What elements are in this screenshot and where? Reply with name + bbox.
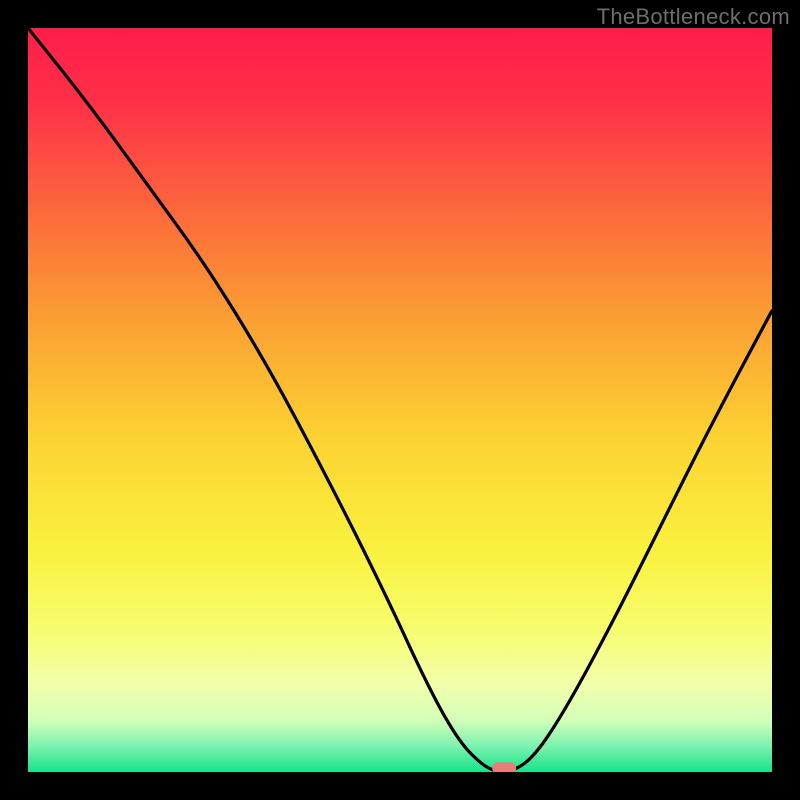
optimum-marker: [492, 762, 516, 772]
chart-frame: TheBottleneck.com: [0, 0, 800, 800]
plot-area: [28, 28, 772, 772]
gradient-background: [28, 28, 772, 772]
watermark-text: TheBottleneck.com: [597, 4, 790, 30]
chart-svg: [28, 28, 772, 772]
